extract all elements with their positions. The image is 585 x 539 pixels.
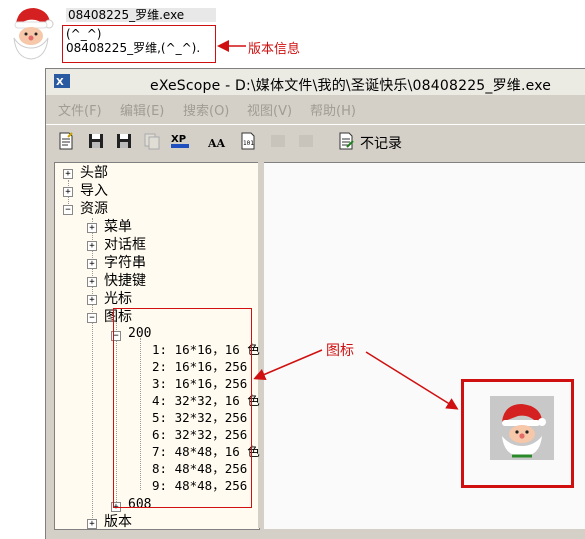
no-log-label[interactable]: 不记录 <box>360 133 402 153</box>
disabled-tool-icon-2[interactable] <box>296 131 316 151</box>
svg-text:XP: XP <box>171 134 186 145</box>
tree-node-dialog[interactable]: 对话框 <box>104 236 146 254</box>
menu-edit[interactable]: 编辑(E) <box>120 100 164 119</box>
tree-node-cursor[interactable]: 光标 <box>104 290 132 308</box>
version-text-line1: (^_^) <box>66 27 102 41</box>
open-file-icon[interactable] <box>56 131 76 151</box>
expand-plus-icon[interactable]: + <box>87 295 97 305</box>
binary-view-icon[interactable]: 101 <box>238 131 258 151</box>
expand-plus-icon[interactable]: + <box>87 223 97 233</box>
tree-node-accelerator[interactable]: 快捷键 <box>104 272 146 290</box>
expand-plus-icon[interactable]: + <box>63 169 73 179</box>
menu-help[interactable]: 帮助(H) <box>310 100 356 119</box>
version-text-line2: 08408225_罗维,(^_^). <box>66 41 201 55</box>
expand-plus-icon[interactable]: + <box>87 241 97 251</box>
tree-node-header[interactable]: 头部 <box>80 164 108 182</box>
tree-node-import[interactable]: 导入 <box>80 182 108 200</box>
font-aa-icon[interactable]: AA <box>208 131 228 151</box>
no-log-icon[interactable] <box>336 131 356 151</box>
santa-icon-preview <box>490 396 554 460</box>
svg-text:101: 101 <box>243 140 254 147</box>
tree-node-version[interactable]: 版本 <box>104 513 132 531</box>
exescope-app-icon: X <box>54 74 70 88</box>
menu-file[interactable]: 文件(F) <box>58 100 102 119</box>
window-title: eXeScope - D:\媒体文件\我的\圣诞快乐\08408225_罗维.e… <box>150 78 552 94</box>
expand-plus-icon[interactable]: + <box>87 259 97 269</box>
collapse-minus-icon[interactable]: − <box>87 313 97 323</box>
svg-text:AA: AA <box>208 137 226 150</box>
tree-node-menu[interactable]: 菜单 <box>104 218 132 236</box>
collapse-minus-icon[interactable]: − <box>63 205 73 215</box>
expand-plus-icon[interactable]: + <box>87 277 97 287</box>
svg-text:X: X <box>56 77 64 88</box>
file-name: 08408225_罗维.exe <box>66 8 216 22</box>
santa-file-icon <box>13 8 54 60</box>
xp-style-icon[interactable]: XP <box>170 131 190 151</box>
version-info-annotation: 版本信息 <box>248 42 301 57</box>
expand-plus-icon[interactable]: + <box>63 187 73 197</box>
copy-disabled-icon[interactable] <box>142 131 162 151</box>
icon-annotation: 图标 <box>326 343 354 359</box>
disabled-tool-icon-1[interactable] <box>268 131 288 151</box>
icons-highlight-box <box>113 308 252 508</box>
menu-view[interactable]: 视图(V) <box>247 100 292 119</box>
menu-search[interactable]: 搜索(O) <box>183 100 229 119</box>
tree-node-string[interactable]: 字符串 <box>104 254 146 272</box>
save-as-icon[interactable] <box>114 131 134 151</box>
tree-node-resources[interactable]: 资源 <box>80 200 108 218</box>
save-icon[interactable] <box>86 131 106 151</box>
